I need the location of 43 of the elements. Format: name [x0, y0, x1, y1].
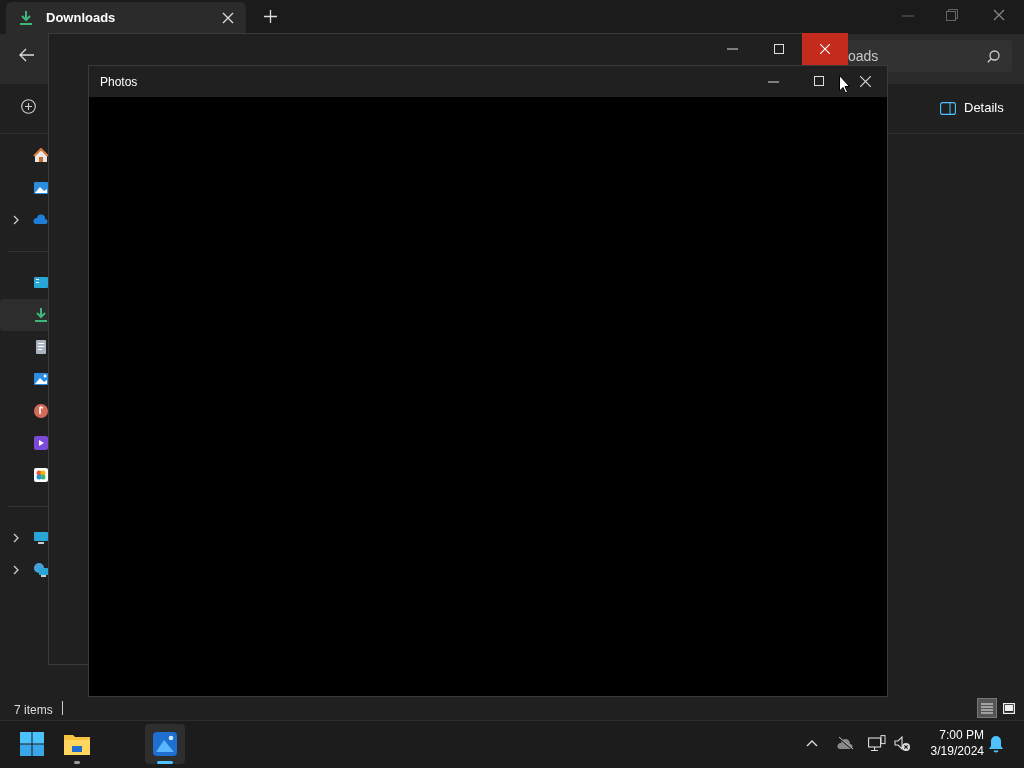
music-icon — [33, 403, 49, 419]
details-pane-icon — [940, 101, 956, 115]
back-arrow-icon[interactable] — [19, 48, 35, 62]
windows-logo-icon[interactable] — [20, 732, 44, 756]
maximize-icon[interactable] — [814, 76, 824, 86]
speaker-muted-icon[interactable] — [894, 736, 911, 752]
chevron-right-icon[interactable] — [13, 565, 19, 575]
photos-icon — [33, 467, 49, 483]
photos-app-icon — [153, 732, 177, 756]
download-icon — [18, 10, 34, 26]
window-title: Photos — [100, 73, 138, 91]
bell-icon[interactable] — [988, 735, 1004, 753]
document-icon — [33, 339, 49, 355]
details-button[interactable]: Details — [932, 94, 1012, 122]
taskbar-app[interactable] — [145, 724, 185, 764]
chevron-right-icon[interactable] — [13, 533, 19, 543]
tile-icon — [1003, 702, 1015, 714]
chevron-right-icon[interactable] — [13, 215, 19, 225]
restore-icon[interactable] — [946, 9, 958, 21]
chevron-up-icon[interactable] — [806, 739, 818, 747]
gallery-icon — [33, 180, 49, 196]
network-icon — [33, 562, 49, 578]
mouse-pointer-icon — [839, 75, 850, 94]
video-icon — [33, 435, 49, 451]
list-icon — [981, 702, 993, 714]
search-icon — [987, 49, 1000, 63]
clock-date[interactable]: 3/19/2024 — [930, 743, 984, 759]
plus-icon[interactable] — [264, 10, 277, 23]
search-field[interactable]: oads — [848, 40, 1012, 72]
plus-circle-icon[interactable] — [21, 99, 36, 114]
network-monitor-icon[interactable] — [868, 735, 886, 753]
explorer-tab[interactable]: Downloads — [6, 2, 246, 34]
close-icon[interactable] — [993, 9, 1005, 21]
close-icon — [820, 44, 830, 54]
item-count: 7 items — [14, 702, 53, 719]
maximize-icon[interactable] — [774, 44, 784, 54]
monitor-icon — [33, 530, 49, 546]
clock-time[interactable]: 7:00 PM — [939, 727, 984, 743]
cloud-off-icon[interactable] — [837, 737, 854, 751]
desktop-icon — [33, 275, 49, 291]
folder-icon — [64, 733, 90, 755]
download-icon — [33, 307, 49, 323]
picture-icon — [33, 371, 49, 387]
